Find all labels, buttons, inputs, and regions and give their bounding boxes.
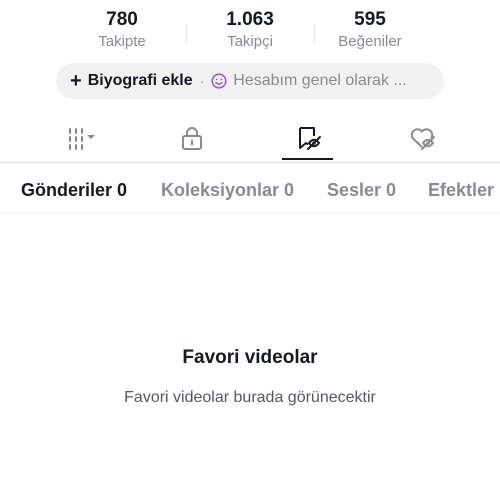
bookmark-video-icon [299,127,321,150]
tab-private[interactable] [162,116,222,160]
active-tab-indicator [282,158,333,160]
tab-liked[interactable] [392,116,452,160]
profile-stats: 780 Takipte 1.063 Takipçi 595 Beğeniler [0,8,500,54]
sub-tab-posts[interactable]: Gönderiler 0 [21,177,127,203]
add-bio-button[interactable]: + Biyografi ekle · Hesabım genel olarak … [56,63,444,99]
sub-tab-collections[interactable]: Koleksiyonlar 0 [161,177,294,203]
empty-state-description: Favori videolar burada görünecektir [124,389,376,406]
stat-likes[interactable]: 595 Beğeniler [310,8,430,52]
sub-tab-sounds[interactable]: Sesler 0 [327,177,396,203]
empty-state-title: Favori videolar [182,347,318,368]
likes-count: 595 [354,9,386,30]
liked-heart-icon [410,128,435,150]
following-label: Takipte [98,33,146,50]
sub-tab-effects[interactable]: Efektler [428,177,494,203]
stat-following[interactable]: 780 Takipte [62,8,182,52]
separator-dot: · [199,73,205,89]
tabs-divider [0,162,500,163]
tab-favorites[interactable] [278,116,338,160]
smile-icon [211,73,227,89]
sub-tabs-divider [0,212,500,213]
lock-icon [182,127,202,150]
stat-divider [186,24,187,44]
favorites-sub-tabs: Gönderiler 0 Koleksiyonlar 0 Sesler 0 Ef… [0,177,500,203]
tab-videos[interactable] [52,116,112,160]
stat-followers[interactable]: 1.063 Takipçi [190,8,310,52]
plus-icon: + [70,70,82,92]
followers-label: Takipçi [227,33,273,50]
bio-hint-text: Hesabım genel olarak ... [233,72,407,89]
followers-count: 1.063 [226,9,274,30]
likes-label: Beğeniler [338,33,402,50]
add-bio-label: Biyografi ekle [87,72,193,89]
following-count: 780 [106,9,138,30]
grid-dropdown-icon [69,128,95,150]
content-tabs [0,116,500,164]
